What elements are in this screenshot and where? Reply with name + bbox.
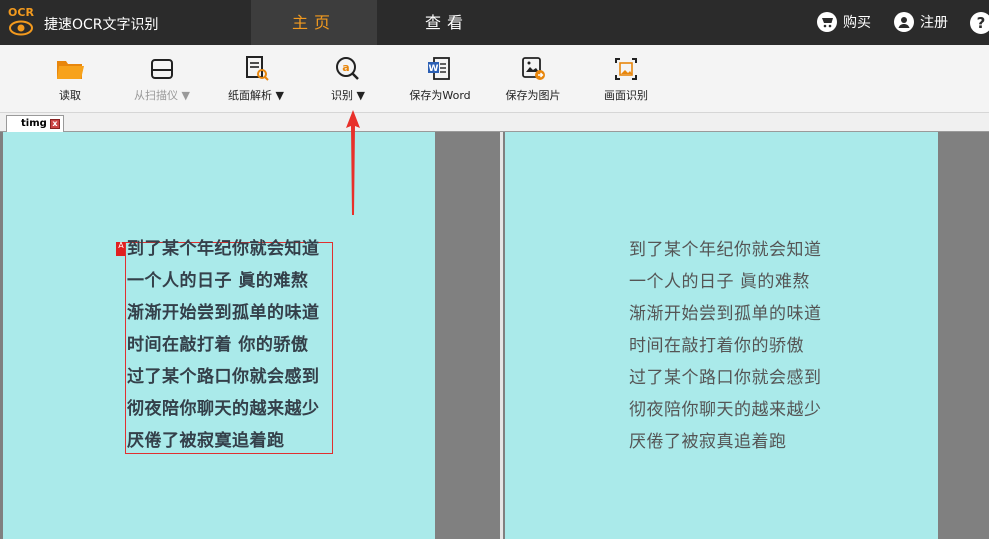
register-button[interactable]: 注册 bbox=[894, 12, 948, 32]
result-panel[interactable]: 到了某个年纪你就会知道 一个人的日子 眞的难熬 渐渐开始尝到孤单的味道 时间在敲… bbox=[503, 132, 989, 539]
result-page[interactable]: 到了某个年纪你就会知道 一个人的日子 眞的难熬 渐渐开始尝到孤单的味道 时间在敲… bbox=[505, 132, 938, 539]
annotation-arrow-icon bbox=[346, 110, 360, 215]
result-line[interactable]: 时间在敲打着你的骄傲 bbox=[629, 335, 889, 367]
buy-label: 购买 bbox=[843, 15, 871, 31]
app-title: 捷速OCR文字识别 bbox=[44, 17, 159, 33]
word-icon: W bbox=[428, 57, 450, 80]
toolbar: 读取 从扫描仪 ▼ 纸面解析 ▼ a 识别 ▼ W 保存为Word 保存为图片 … bbox=[0, 45, 989, 113]
screen-recognize-label: 画面识别 bbox=[604, 89, 648, 102]
source-line: 一个人的日子 眞的难熬 bbox=[127, 271, 309, 291]
save-image-button[interactable]: 保存为图片 bbox=[500, 45, 566, 113]
result-text-block[interactable]: 到了某个年纪你就会知道 一个人的日子 眞的难熬 渐渐开始尝到孤单的味道 时间在敲… bbox=[629, 239, 889, 463]
source-line: 到了某个年纪你就会知道 bbox=[127, 239, 320, 259]
recognize-button[interactable]: a 识别 ▼ bbox=[318, 45, 378, 113]
cart-icon bbox=[817, 12, 837, 32]
svg-text:W: W bbox=[429, 64, 439, 74]
source-page[interactable]: A 到了某个年纪你就会知道 一个人的日子 眞的难熬 渐渐开始尝到孤单的味道 时间… bbox=[3, 132, 435, 539]
scanner-label: 从扫描仪 ▼ bbox=[134, 89, 190, 102]
screen-recognize-button[interactable]: 画面识别 bbox=[596, 45, 656, 113]
document-analyze-icon bbox=[246, 56, 269, 81]
save-image-icon bbox=[522, 57, 545, 80]
source-line: 过了某个路口你就会感到 bbox=[127, 367, 320, 387]
paper-analysis-label: 纸面解析 ▼ bbox=[228, 89, 284, 102]
user-icon bbox=[894, 12, 914, 32]
scanner-icon bbox=[151, 59, 173, 79]
screen-capture-icon bbox=[615, 58, 637, 80]
result-line[interactable]: 彻夜陪你聊天的越来越少 bbox=[629, 399, 889, 431]
title-bar: OCR 捷速OCR文字识别 主页 查看 购买 注册 ? bbox=[0, 0, 989, 45]
save-word-label: 保存为Word bbox=[409, 89, 471, 102]
source-image-panel[interactable]: A 到了某个年纪你就会知道 一个人的日子 眞的难熬 渐渐开始尝到孤单的味道 时间… bbox=[0, 132, 500, 539]
source-text-block: 到了某个年纪你就会知道 一个人的日子 眞的难熬 渐渐开始尝到孤单的味道 时间在敲… bbox=[127, 238, 337, 462]
document-tab-label: timg bbox=[21, 118, 47, 129]
buy-button[interactable]: 购买 bbox=[817, 12, 871, 32]
save-word-button[interactable]: W 保存为Word bbox=[404, 45, 476, 113]
logo-text: OCR bbox=[8, 6, 34, 19]
recognize-icon: a bbox=[336, 57, 359, 80]
result-line[interactable]: 一个人的日子 眞的难熬 bbox=[629, 271, 889, 303]
save-image-label: 保存为图片 bbox=[505, 89, 561, 102]
help-icon[interactable]: ? bbox=[970, 12, 989, 34]
eye-icon bbox=[9, 20, 33, 36]
document-tab[interactable]: timg x bbox=[6, 115, 64, 132]
source-line: 时间在敲打着 你的骄傲 bbox=[127, 335, 309, 355]
open-label: 读取 bbox=[59, 89, 81, 102]
document-tab-strip: timg x bbox=[0, 113, 989, 132]
paper-analysis-button[interactable]: 纸面解析 ▼ bbox=[216, 45, 296, 113]
result-line[interactable]: 厌倦了被寂真追着跑 bbox=[629, 431, 889, 463]
source-line: 彻夜陪你聊天的越来越少 bbox=[127, 399, 320, 419]
tab-view[interactable]: 查看 bbox=[384, 0, 510, 45]
source-line: 厌倦了被寂寞追着跑 bbox=[127, 431, 285, 451]
svg-text:a: a bbox=[342, 61, 349, 74]
result-line[interactable]: 到了某个年纪你就会知道 bbox=[629, 239, 889, 271]
folder-icon bbox=[57, 61, 84, 79]
recognize-label: 识别 ▼ bbox=[331, 89, 365, 102]
result-line[interactable]: 过了某个路口你就会感到 bbox=[629, 367, 889, 399]
app-logo: OCR bbox=[6, 6, 36, 40]
register-label: 注册 bbox=[920, 15, 948, 31]
result-line[interactable]: 渐渐开始尝到孤单的味道 bbox=[629, 303, 889, 335]
open-button[interactable]: 读取 bbox=[40, 45, 100, 113]
tab-home[interactable]: 主页 bbox=[251, 0, 377, 45]
source-line: 渐渐开始尝到孤单的味道 bbox=[127, 303, 320, 323]
close-icon[interactable]: x bbox=[50, 119, 60, 129]
scanner-button[interactable]: 从扫描仪 ▼ bbox=[122, 45, 202, 113]
